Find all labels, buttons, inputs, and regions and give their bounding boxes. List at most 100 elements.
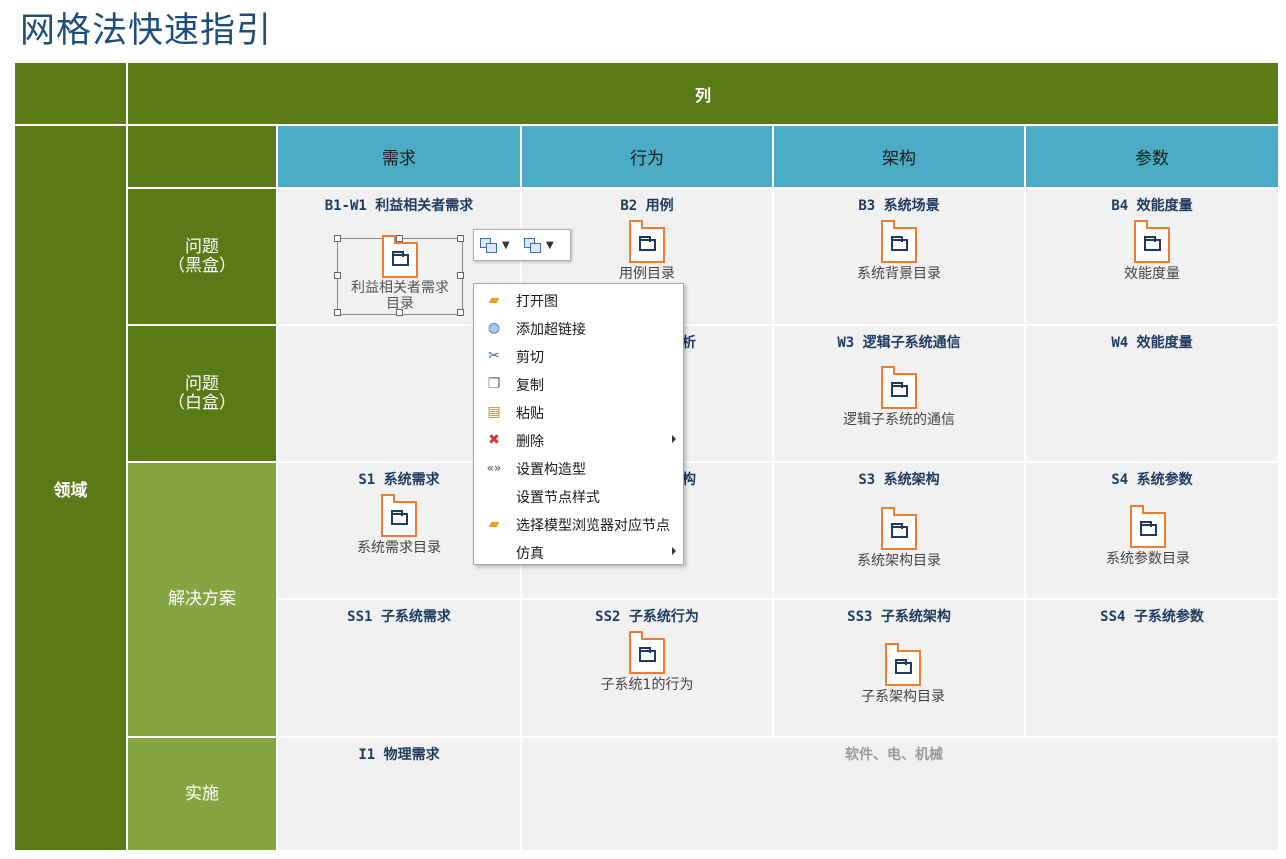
cell-title: S3 系统架构	[858, 472, 940, 488]
package-icon[interactable]	[381, 494, 417, 537]
page-title: 网格法快速指引	[20, 11, 273, 51]
cell-title: W3 逻辑子系统通信	[837, 335, 961, 351]
cell-w3[interactable]: W3 逻辑子系统通信 逻辑子系统的通信	[774, 326, 1024, 461]
cell-ss2[interactable]: SS2 子系统行为 子系统1的行为	[522, 600, 772, 736]
cell-title: SS3 子系统架构	[847, 609, 951, 625]
label-line1: 利益相关者需求	[351, 280, 449, 296]
cell-s3[interactable]: S3 系统架构 系统架构目录	[774, 463, 1024, 598]
submenu-arrow-icon	[672, 435, 676, 443]
package-icon[interactable]	[885, 643, 921, 686]
selected-package-label: 利益相关者需求 目录	[310, 280, 490, 312]
menu-item-label: 粘贴	[516, 406, 544, 422]
menu-item-delete[interactable]: ✖ 删除	[475, 426, 682, 454]
cell-title: SS1 子系统需求	[347, 609, 451, 625]
arrange-dropdown-button[interactable]: ▼	[524, 236, 560, 254]
row-label-implementation: 实施	[128, 738, 276, 850]
column-header-architecture: 架构	[774, 126, 1024, 187]
floating-toolbar: ▼ ▼	[473, 229, 571, 261]
cell-title: 软件、电、机械	[845, 747, 943, 763]
column-header-parameters: 参数	[1026, 126, 1278, 187]
menu-item-simulation[interactable]: 仿真	[475, 538, 682, 566]
menu-item-label: 剪切	[516, 350, 544, 366]
align-icon	[480, 238, 497, 253]
submenu-arrow-icon	[672, 547, 676, 555]
package-icon[interactable]	[1130, 505, 1166, 548]
menu-item-set-stereotype[interactable]: «» 设置构造型	[475, 454, 682, 482]
open-folder-icon: ▰	[488, 516, 500, 532]
package-label: 用例目录	[619, 266, 675, 282]
package-icon[interactable]	[881, 220, 917, 263]
package-label: 逻辑子系统的通信	[843, 412, 955, 428]
resize-handle-n[interactable]	[396, 235, 403, 242]
column-header-corner	[128, 126, 276, 187]
column-header: 列	[128, 63, 1278, 124]
package-label: 系统参数目录	[1106, 551, 1190, 567]
cell-title: SS4 子系统参数	[1100, 609, 1204, 625]
resize-handle-w[interactable]	[334, 272, 341, 279]
stereotype-icon: «»	[486, 461, 502, 475]
selected-package[interactable]: 利益相关者需求 目录	[337, 235, 463, 315]
cell-ss4[interactable]: SS4 子系统参数	[1026, 600, 1278, 736]
column-header-requirements: 需求	[278, 126, 520, 187]
cell-ss1[interactable]: SS1 子系统需求	[278, 600, 520, 736]
menu-item-label: 选择模型浏览器对应节点	[516, 518, 670, 534]
resize-handle-nw[interactable]	[334, 235, 341, 242]
cell-b3[interactable]: B3 系统场景 系统背景目录	[774, 189, 1024, 324]
menu-item-label: 设置构造型	[516, 462, 586, 478]
cell-title: 析	[682, 335, 696, 351]
menu-item-select-in-browser[interactable]: ▰ 选择模型浏览器对应节点	[475, 510, 682, 538]
menu-item-label: 复制	[516, 378, 544, 394]
scissors-icon: ✂	[488, 348, 500, 364]
package-icon[interactable]	[629, 220, 665, 263]
cell-title: B3 系统场景	[858, 198, 940, 214]
package-label: 子系架构目录	[861, 689, 945, 705]
column-header-behavior: 行为	[522, 126, 772, 187]
cell-title: W4 效能度量	[1111, 335, 1193, 351]
package-icon[interactable]	[1134, 220, 1170, 263]
row-label-line2: （白盒）	[168, 392, 236, 413]
resize-handle-se[interactable]	[457, 309, 464, 316]
row-label-white-box: 问题 （白盒）	[128, 326, 276, 461]
resize-handle-e[interactable]	[457, 272, 464, 279]
package-label: 系统需求目录	[357, 540, 441, 556]
copy-icon: ❐	[487, 376, 501, 392]
package-icon[interactable]	[629, 631, 665, 674]
cell-ss3[interactable]: SS3 子系统架构 子系架构目录	[774, 600, 1024, 736]
menu-item-paste[interactable]: ▤ 粘贴	[475, 398, 682, 426]
menu-item-add-hyperlink[interactable]: ◍ 添加超链接	[475, 314, 682, 342]
row-label-line1: 问题	[185, 236, 219, 257]
package-icon[interactable]	[382, 235, 418, 278]
package-label: 子系统1的行为	[600, 677, 694, 693]
row-label-solution: 解决方案	[128, 463, 276, 736]
menu-item-copy[interactable]: ❐ 复制	[475, 370, 682, 398]
menu-item-cut[interactable]: ✂ 剪切	[475, 342, 682, 370]
paste-icon: ▤	[487, 404, 501, 420]
row-label-line1: 问题	[185, 373, 219, 394]
package-label: 系统背景目录	[857, 266, 941, 282]
cell-title: I1 物理需求	[358, 747, 440, 763]
menu-item-label: 删除	[516, 434, 544, 450]
row-header: 领域	[15, 126, 126, 850]
menu-item-set-node-style[interactable]: 设置节点样式	[475, 482, 682, 510]
cell-s4[interactable]: S4 系统参数 系统参数目录	[1026, 463, 1278, 598]
cell-title: B4 效能度量	[1111, 198, 1193, 214]
cell-i2[interactable]: 软件、电、机械	[522, 738, 1278, 850]
package-icon[interactable]	[881, 507, 917, 550]
cell-w4[interactable]: W4 效能度量	[1026, 326, 1278, 461]
menu-item-label: 打开图	[516, 294, 558, 310]
context-menu: ▰ 打开图 ◍ 添加超链接 ✂ 剪切 ❐ 复制 ▤ 粘贴 ✖ 删除 «» 设置构…	[473, 283, 684, 565]
cell-title: SS2 子系统行为	[595, 609, 699, 625]
menu-item-label: 仿真	[516, 546, 544, 562]
cell-title: B1-W1 利益相关者需求	[324, 198, 474, 214]
package-icon[interactable]	[881, 366, 917, 409]
resize-handle-s[interactable]	[396, 309, 403, 316]
cell-i1[interactable]: I1 物理需求	[278, 738, 520, 850]
align-dropdown-button[interactable]: ▼	[480, 236, 516, 254]
package-label: 系统架构目录	[857, 553, 941, 569]
menu-item-open-diagram[interactable]: ▰ 打开图	[475, 286, 682, 314]
resize-handle-ne[interactable]	[457, 235, 464, 242]
row-label-line2: （黑盒）	[168, 255, 236, 276]
cell-b4[interactable]: B4 效能度量 效能度量	[1026, 189, 1278, 324]
delete-x-icon: ✖	[488, 432, 500, 448]
resize-handle-sw[interactable]	[334, 309, 341, 316]
